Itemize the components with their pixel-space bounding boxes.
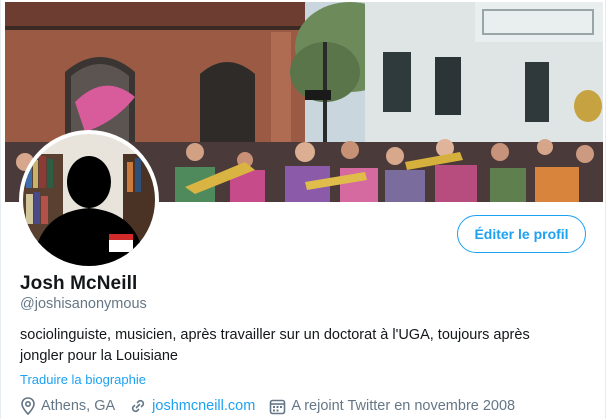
link-icon — [129, 397, 147, 415]
website-item: joshmcneill.com — [129, 397, 255, 415]
bio-line-2: jongler pour la Louisiane — [20, 348, 178, 364]
location-pin-icon — [20, 397, 36, 415]
joined-item: A rejoint Twitter en novembre 2008 — [269, 398, 515, 415]
username-handle: @joshisanonymous — [20, 296, 147, 312]
bio-line-1: sociolinguiste, musicien, après travaill… — [20, 327, 530, 343]
website-link[interactable]: joshmcneill.com — [152, 398, 255, 414]
profile-meta-row: Athens, GA joshmcneill.com A rejoint Twi… — [20, 397, 529, 415]
translate-bio-link[interactable]: Traduire la biographie — [20, 372, 146, 387]
calendar-icon — [269, 398, 286, 415]
profile-bio: sociolinguiste, musicien, après travaill… — [20, 325, 590, 367]
edit-profile-button[interactable]: Éditer le profil — [457, 215, 586, 253]
location-text: Athens, GA — [41, 398, 116, 414]
display-name: Josh McNeill — [20, 273, 138, 294]
location-item: Athens, GA — [20, 397, 115, 415]
profile-card: Éditer le profil Josh McNeill @joshisano… — [0, 0, 606, 419]
joined-date-text: A rejoint Twitter en novembre 2008 — [291, 398, 516, 414]
profile-avatar[interactable] — [19, 130, 159, 270]
